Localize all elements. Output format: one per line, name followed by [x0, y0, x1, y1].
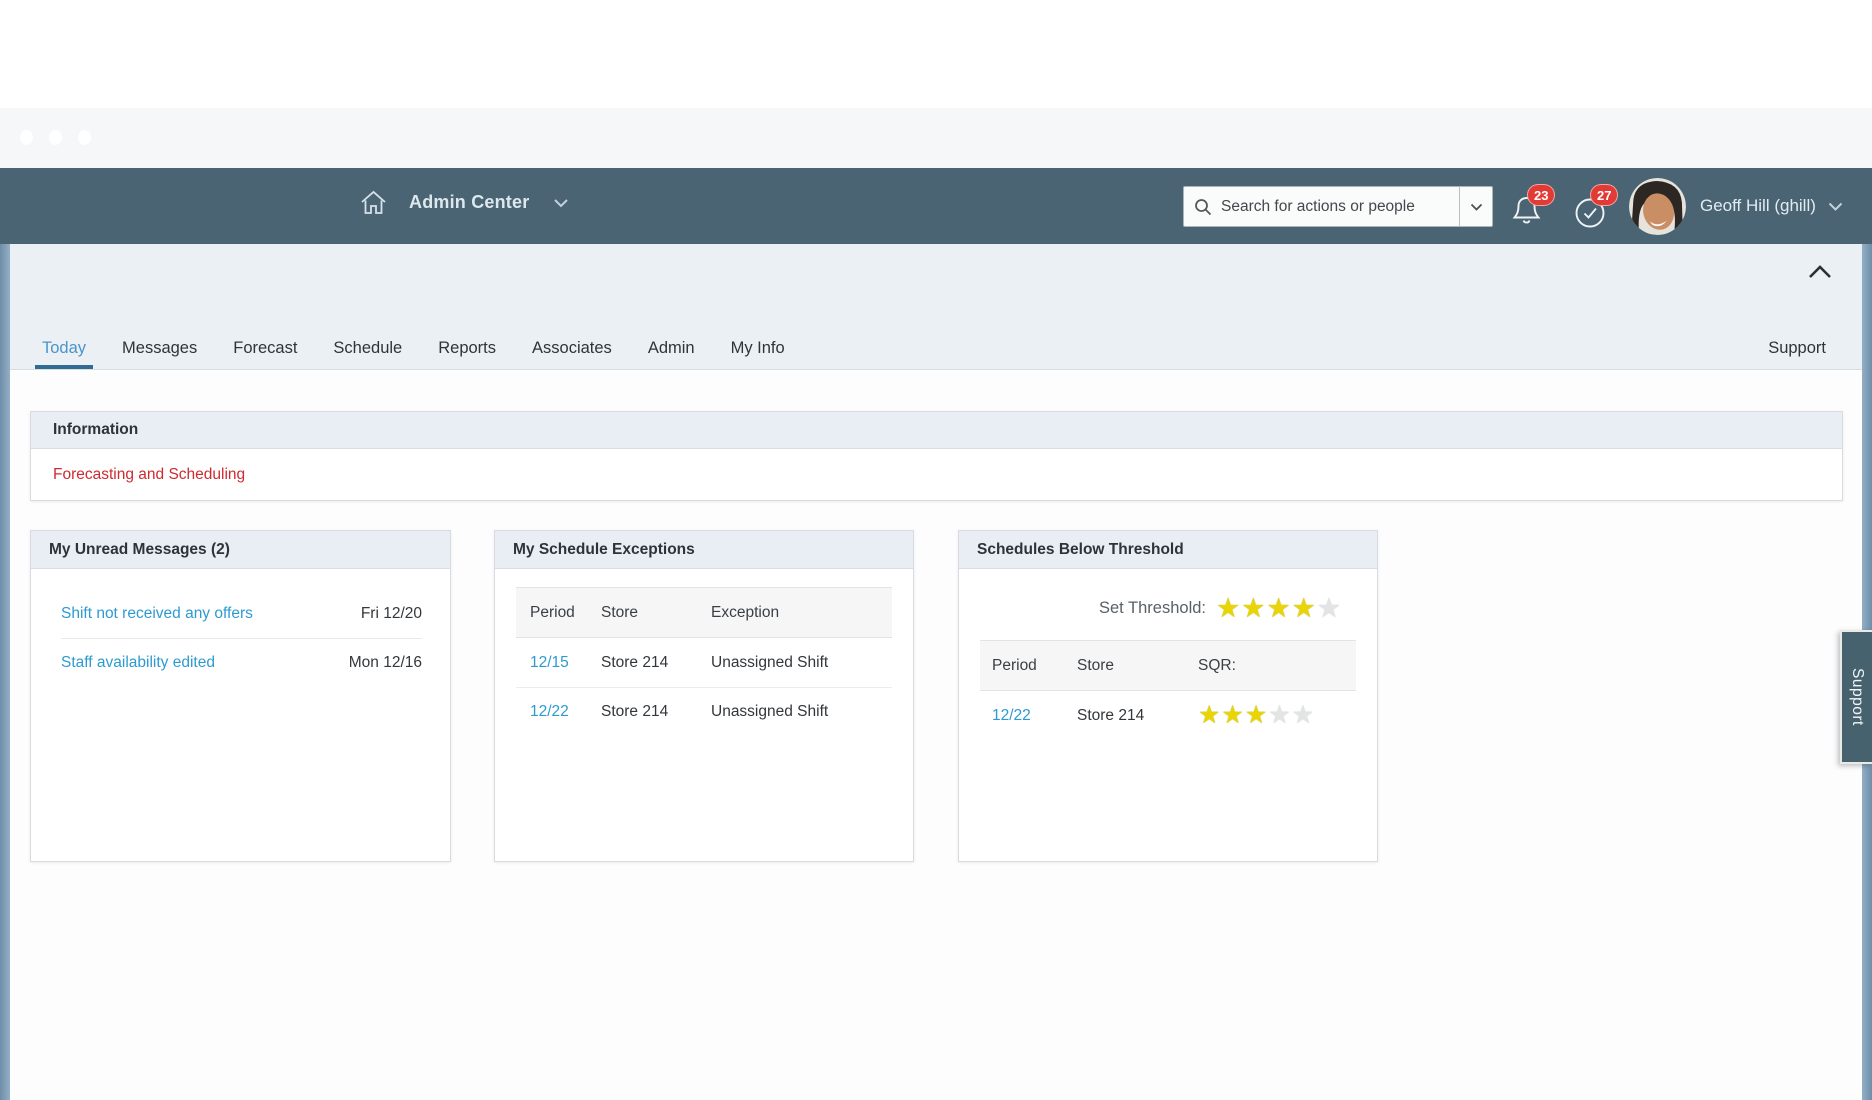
message-date: Fri 12/20 — [361, 605, 422, 623]
period-link[interactable]: 12/15 — [516, 654, 601, 672]
sqr-star-rating: ★★★★★ — [1198, 703, 1356, 728]
unread-messages-card-header: My Unread Messages (2) — [31, 531, 450, 569]
star-icon: ★ — [1268, 703, 1290, 728]
search-scope-dropdown[interactable] — [1459, 187, 1492, 226]
tab-admin[interactable]: Admin — [641, 339, 702, 369]
notifications-button[interactable]: 23 — [1511, 194, 1545, 230]
column-header-store: Store — [1077, 657, 1198, 675]
window-dot — [49, 130, 62, 145]
table-row: 12/22 Store 214 ★★★★★ — [980, 691, 1356, 740]
notifications-badge: 23 — [1527, 184, 1555, 206]
home-icon[interactable] — [360, 190, 387, 215]
star-icon: ★ — [1241, 595, 1265, 622]
unread-messages-card: My Unread Messages (2) Shift not receive… — [30, 530, 451, 862]
window-dot — [78, 130, 91, 145]
global-header: Admin Center Search for actions or peopl… — [0, 168, 1872, 244]
star-icon: ★ — [1266, 595, 1290, 622]
table-header-row: Period Store Exception — [516, 587, 892, 638]
main-tabs: Today Messages Forecast Schedule Reports… — [35, 339, 792, 369]
page-left-edge — [0, 244, 10, 1100]
user-name: Geoff Hill (ghill) — [1700, 196, 1816, 216]
exception-cell: Unassigned Shift — [711, 703, 892, 721]
content-area: Information Forecasting and Scheduling M… — [10, 371, 1862, 1100]
period-link[interactable]: 12/22 — [980, 707, 1077, 725]
window-dot — [20, 130, 33, 145]
support-side-tab[interactable]: Support — [1840, 630, 1872, 764]
forecasting-scheduling-link[interactable]: Forecasting and Scheduling — [53, 466, 245, 484]
period-link[interactable]: 12/22 — [516, 703, 601, 721]
unread-messages-title: My Unread Messages (2) — [49, 541, 230, 559]
star-icon: ★ — [1198, 703, 1220, 728]
top-band — [0, 108, 1872, 168]
tab-reports[interactable]: Reports — [431, 339, 503, 369]
column-header-exception: Exception — [711, 604, 892, 622]
set-threshold-label: Set Threshold: — [1099, 599, 1206, 618]
star-icon: ★ — [1221, 703, 1243, 728]
column-header-period: Period — [980, 657, 1077, 675]
todo-button[interactable]: 27 — [1574, 194, 1608, 230]
module-chevron-down-icon[interactable] — [553, 198, 569, 208]
star-icon: ★ — [1317, 595, 1341, 622]
store-cell: Store 214 — [601, 703, 711, 721]
message-row: Shift not received any offers Fri 12/20 — [61, 589, 422, 638]
schedule-exceptions-table: Period Store Exception 12/15 Store 214 U… — [516, 587, 892, 736]
message-link[interactable]: Staff availability edited — [61, 654, 215, 672]
table-row: 12/15 Store 214 Unassigned Shift — [516, 638, 892, 687]
column-header-period: Period — [516, 604, 601, 622]
star-icon: ★ — [1245, 703, 1267, 728]
column-header-store: Store — [601, 604, 711, 622]
window-dots — [20, 130, 91, 145]
threshold-star-rating[interactable]: ★★★★★ — [1216, 595, 1341, 622]
information-title: Information — [53, 421, 138, 439]
search-icon — [1194, 198, 1212, 216]
table-row: 12/22 Store 214 Unassigned Shift — [516, 687, 892, 736]
column-header-sqr: SQR: — [1198, 657, 1356, 675]
schedule-exceptions-title: My Schedule Exceptions — [513, 541, 695, 559]
exception-cell: Unassigned Shift — [711, 654, 892, 672]
tab-support[interactable]: Support — [1761, 339, 1833, 369]
message-date: Mon 12/16 — [349, 654, 422, 672]
search-placeholder: Search for actions or people — [1221, 198, 1415, 216]
schedules-below-threshold-title: Schedules Below Threshold — [977, 541, 1184, 559]
tab-associates[interactable]: Associates — [525, 339, 619, 369]
schedules-below-threshold-card: Schedules Below Threshold Set Threshold:… — [958, 530, 1378, 862]
schedules-below-threshold-card-header: Schedules Below Threshold — [959, 531, 1377, 569]
support-side-tab-label: Support — [1848, 668, 1866, 726]
search-input[interactable]: Search for actions or people — [1184, 187, 1459, 226]
store-cell: Store 214 — [601, 654, 711, 672]
todo-badge: 27 — [1590, 184, 1618, 206]
message-link[interactable]: Shift not received any offers — [61, 605, 253, 623]
collapse-header-button[interactable] — [1807, 262, 1833, 284]
user-avatar[interactable] — [1629, 178, 1686, 235]
schedule-exceptions-card-header: My Schedule Exceptions — [495, 531, 913, 569]
tab-today[interactable]: Today — [35, 339, 93, 369]
tab-my-info[interactable]: My Info — [724, 339, 792, 369]
user-chevron-down-icon — [1828, 202, 1843, 211]
tab-forecast[interactable]: Forecast — [226, 339, 304, 369]
message-row: Staff availability edited Mon 12/16 — [61, 638, 422, 687]
information-panel: Information Forecasting and Scheduling — [30, 411, 1843, 501]
store-cell: Store 214 — [1077, 707, 1198, 725]
information-panel-header: Information — [31, 412, 1842, 449]
star-icon: ★ — [1292, 595, 1316, 622]
schedule-exceptions-card: My Schedule Exceptions Period Store Exce… — [494, 530, 914, 862]
user-menu[interactable]: Geoff Hill (ghill) — [1700, 168, 1843, 244]
star-icon: ★ — [1292, 703, 1314, 728]
star-icon: ★ — [1216, 595, 1240, 622]
module-title[interactable]: Admin Center — [409, 192, 529, 213]
search-box: Search for actions or people — [1183, 186, 1493, 227]
table-header-row: Period Store SQR: — [980, 640, 1356, 691]
tab-schedule[interactable]: Schedule — [326, 339, 409, 369]
tab-messages[interactable]: Messages — [115, 339, 204, 369]
tab-strip: Today Messages Forecast Schedule Reports… — [10, 244, 1862, 370]
threshold-table: Period Store SQR: 12/22 Store 214 ★★★★★ — [980, 640, 1356, 740]
